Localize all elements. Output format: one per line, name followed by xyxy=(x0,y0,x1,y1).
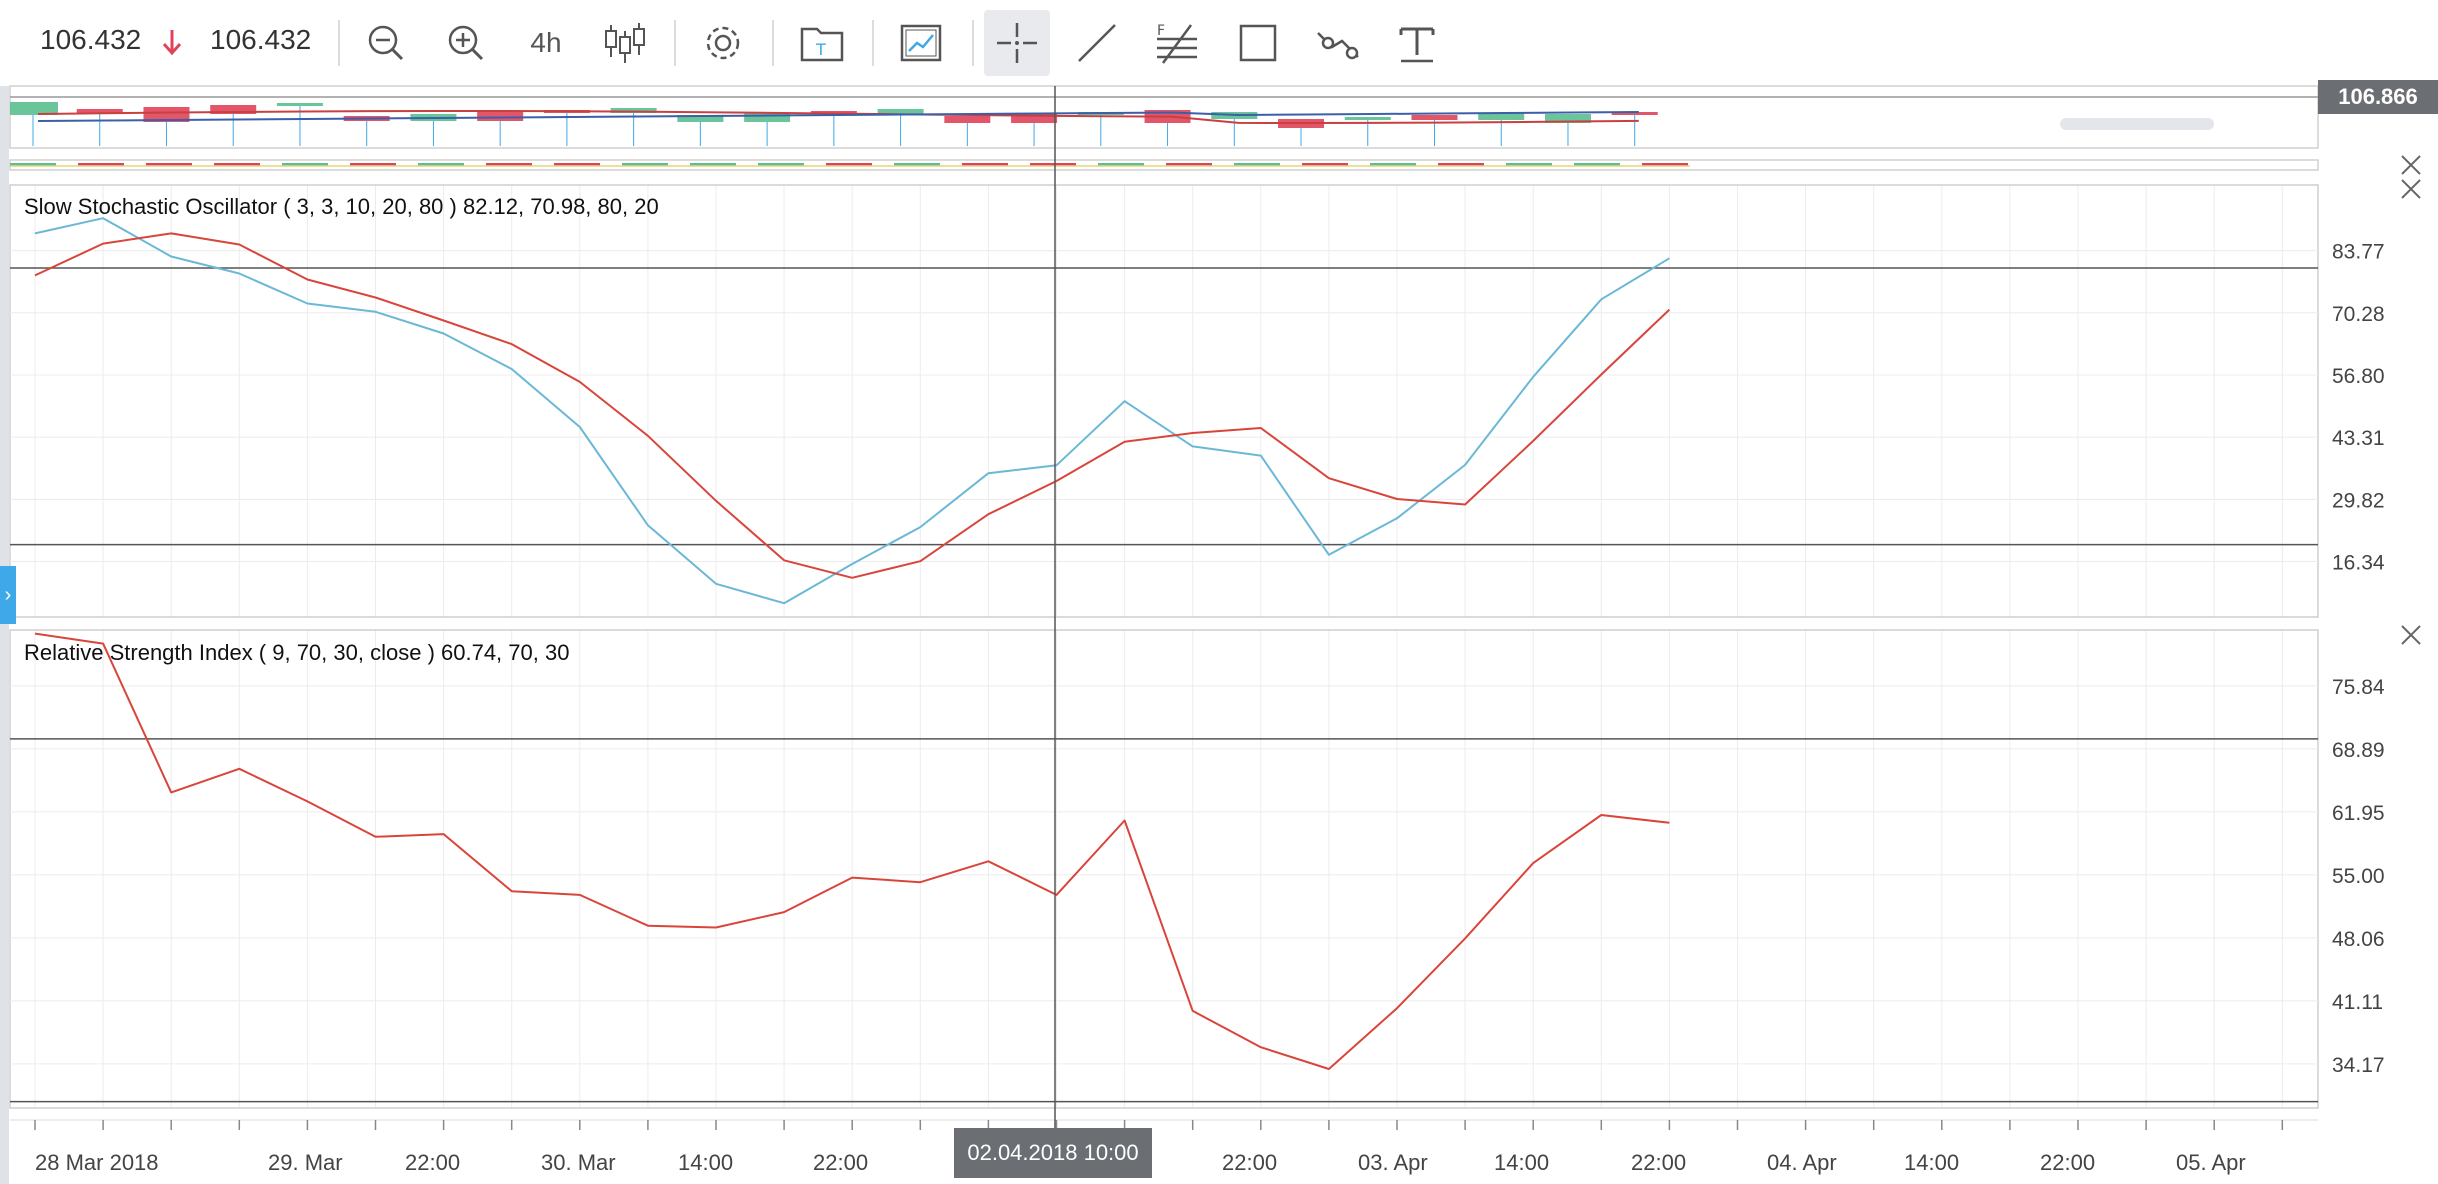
x-axis-label: 03. Apr xyxy=(1358,1150,1428,1175)
x-axis-label: 14:00 xyxy=(678,1150,733,1175)
x-axis-label: 22:00 xyxy=(1631,1150,1686,1175)
rsi-y-tick: 48.06 xyxy=(2332,928,2385,951)
rsi-y-tick: 55.00 xyxy=(2332,865,2385,888)
stochastic-y-tick: 29.82 xyxy=(2332,489,2385,512)
stochastic-y-tick: 43.31 xyxy=(2332,427,2385,450)
rsi-y-tick: 68.89 xyxy=(2332,739,2385,762)
x-axis-label: 22:00 xyxy=(405,1150,460,1175)
x-axis-label: 14:00 xyxy=(1904,1150,1959,1175)
stochastic-legend: Slow Stochastic Oscillator ( 3, 3, 10, 2… xyxy=(24,194,659,219)
x-axis-label: 22:00 xyxy=(1222,1150,1277,1175)
rsi-y-tick: 61.95 xyxy=(2332,802,2385,825)
rsi-legend: Relative Strength Index ( 9, 70, 30, clo… xyxy=(24,640,570,665)
rsi-y-tick: 75.84 xyxy=(2332,676,2385,699)
chevron-right-icon: › xyxy=(4,583,12,606)
overview-candle xyxy=(944,116,991,123)
x-axis-label: 14:00 xyxy=(1494,1150,1549,1175)
current-price-badge: 106.866 xyxy=(2318,80,2438,114)
x-axis-label: 05. Apr xyxy=(2176,1150,2246,1175)
stochastic-y-tick: 56.80 xyxy=(2332,365,2385,388)
x-axis-label: 22:00 xyxy=(2040,1150,2095,1175)
overview-candle xyxy=(1411,115,1458,120)
overview-candle xyxy=(1344,117,1391,120)
x-axis-label: 04. Apr xyxy=(1767,1150,1837,1175)
chart-canvas[interactable]: 83.77 70.28 56.80 43.31 29.82 16.34 75.84 68.89… xyxy=(0,0,2438,1184)
x-axis-label: 28 Mar 2018 xyxy=(35,1150,159,1175)
close-overview-icon[interactable] xyxy=(2398,152,2424,178)
x-axis-label: 22:00 xyxy=(813,1150,868,1175)
overview-candle xyxy=(276,103,323,106)
close-stochastic-icon[interactable] xyxy=(2398,176,2424,202)
crosshair-time-label: 02.04.2018 10:00 xyxy=(954,1128,1152,1178)
rsi-y-tick: 34.17 xyxy=(2332,1054,2385,1077)
x-axis-label: 29. Mar xyxy=(268,1150,343,1175)
stochastic-pane-border xyxy=(9,184,2319,618)
stochastic-y-tick: 70.28 xyxy=(2332,303,2385,326)
expand-panel-button[interactable]: › xyxy=(0,566,16,624)
close-rsi-icon[interactable] xyxy=(2398,622,2424,648)
stochastic-y-tick: 83.77 xyxy=(2332,241,2385,264)
x-axis-label: 30. Mar xyxy=(541,1150,616,1175)
overview-scroll-thumb[interactable] xyxy=(2060,118,2214,130)
stochastic-y-tick: 16.34 xyxy=(2332,551,2385,574)
rsi-y-tick: 41.11 xyxy=(2332,991,2383,1014)
overview-candle xyxy=(744,113,791,122)
rsi-pane-border xyxy=(9,629,2319,1109)
